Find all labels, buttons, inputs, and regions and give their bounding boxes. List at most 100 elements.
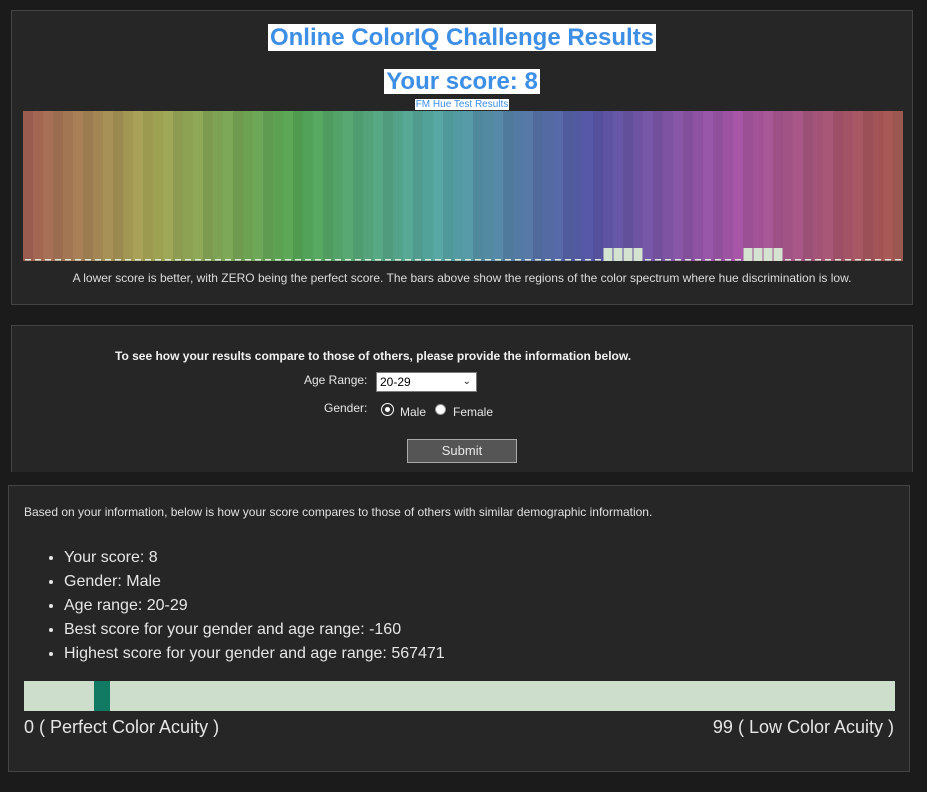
spectrum-segment (773, 111, 784, 261)
form-intro: To see how your results compare to those… (115, 349, 632, 363)
spectrum-segment (183, 111, 194, 261)
age-range-select[interactable]: 20-29 ⌄ (376, 372, 477, 392)
spectrum-segment (53, 111, 64, 261)
spectrum-segment (173, 111, 184, 261)
spectrum-baseline-tick (205, 259, 211, 261)
spectrum-segment (613, 111, 624, 261)
spectrum-segment (23, 111, 34, 261)
spectrum-baseline-tick (215, 259, 221, 261)
spectrum-baseline-tick (295, 259, 301, 261)
spectrum-baseline-tick (325, 259, 331, 261)
fm-hue-test-results-link[interactable]: FM Hue Test Results (414, 99, 510, 110)
spectrum-segment (333, 111, 344, 261)
spectrum-baseline-tick (675, 259, 681, 261)
spectrum-segment (863, 111, 874, 261)
spectrum-baseline-tick (105, 259, 111, 261)
spectrum-baseline-tick (405, 259, 411, 261)
scale-label-perfect: 0 ( Perfect Color Acuity ) (24, 717, 220, 737)
spectrum-baseline-tick (465, 259, 471, 261)
spectrum-segment (573, 111, 584, 261)
spectrum-segment (803, 111, 814, 261)
spectrum-segment (403, 111, 414, 261)
spectrum-baseline-tick (715, 259, 721, 261)
spectrum-baseline-tick (585, 259, 591, 261)
age-range-label: Age Range: (304, 373, 368, 387)
score-caption: A lower score is better, with ZERO being… (72, 271, 852, 285)
spectrum-segment (563, 111, 574, 261)
spectrum-baseline-tick (25, 259, 31, 261)
spectrum-segment (453, 111, 464, 261)
spectrum-baseline-tick (175, 259, 181, 261)
spectrum-segment (353, 111, 364, 261)
spectrum-baseline-tick (415, 259, 421, 261)
spectrum-baseline-tick (645, 259, 651, 261)
spectrum-baseline-tick (525, 259, 531, 261)
spectrum-segment (393, 111, 404, 261)
spectrum-segment (593, 111, 604, 261)
spectrum-segment (843, 111, 854, 261)
spectrum-baseline-tick (855, 259, 861, 261)
spectrum-segment (303, 111, 314, 261)
spectrum-segment (623, 111, 634, 261)
spectrum-baseline-tick (385, 259, 391, 261)
spectrum-segment (633, 111, 644, 261)
spectrum-baseline-tick (75, 259, 81, 261)
submit-button[interactable]: Submit (407, 439, 517, 463)
spectrum-segment (273, 111, 284, 261)
error-block (623, 248, 633, 261)
spectrum-segment (873, 111, 884, 261)
spectrum-baseline-tick (345, 259, 351, 261)
spectrum-baseline-tick (825, 259, 831, 261)
spectrum-baseline-tick (45, 259, 51, 261)
spectrum-segment (133, 111, 144, 261)
spectrum-baseline-tick (155, 259, 161, 261)
male-radio[interactable] (382, 404, 393, 415)
spectrum-segment (653, 111, 664, 261)
spectrum-baseline-tick (65, 259, 71, 261)
spectrum-segment (753, 111, 764, 261)
spectrum-baseline-tick (365, 259, 371, 261)
error-block (763, 248, 773, 261)
spectrum-segment (713, 111, 724, 261)
female-label: Female (453, 405, 494, 419)
spectrum-segment (743, 111, 754, 261)
spectrum-baseline-tick (285, 259, 291, 261)
spectrum-segment (643, 111, 654, 261)
spectrum-segment (853, 111, 864, 261)
spectrum-segment (373, 111, 384, 261)
spectrum-baseline-tick (425, 259, 431, 261)
spectrum-baseline-tick (735, 259, 741, 261)
spectrum-baseline-tick (245, 259, 251, 261)
spectrum-segment (793, 111, 804, 261)
spectrum-baseline-tick (535, 259, 541, 261)
spectrum-segment (443, 111, 454, 261)
spectrum-baseline-tick (835, 259, 841, 261)
spectrum-baseline-tick (455, 259, 461, 261)
score-marker (93, 681, 110, 711)
spectrum-segment (263, 111, 274, 261)
spectrum-segment (93, 111, 104, 261)
spectrum-segment (693, 111, 704, 261)
spectrum-segment (893, 111, 903, 261)
spectrum-baseline-tick (895, 259, 901, 261)
spectrum-segment (203, 111, 214, 261)
page-title: Online ColorIQ Challenge Results (267, 24, 657, 51)
spectrum-segment (503, 111, 514, 261)
spectrum-baseline-tick (565, 259, 571, 261)
stat-your-score: Your score: 8 (64, 546, 445, 570)
spectrum-baseline-tick (95, 259, 101, 261)
female-radio[interactable] (435, 404, 446, 415)
spectrum-segment (213, 111, 224, 261)
error-block (753, 248, 763, 261)
spectrum-segment (193, 111, 204, 261)
spectrum-baseline-tick (225, 259, 231, 261)
scale-label-low: 99 ( Low Color Acuity ) (712, 717, 894, 737)
spectrum-baseline-tick (235, 259, 241, 261)
spectrum-segment (603, 111, 614, 261)
spectrum-segment (523, 111, 534, 261)
spectrum-baseline-tick (685, 259, 691, 261)
stat-gender: Gender: Male (64, 570, 445, 594)
spectrum-segment (83, 111, 94, 261)
spectrum-segment (493, 111, 504, 261)
spectrum-baseline-tick (805, 259, 811, 261)
